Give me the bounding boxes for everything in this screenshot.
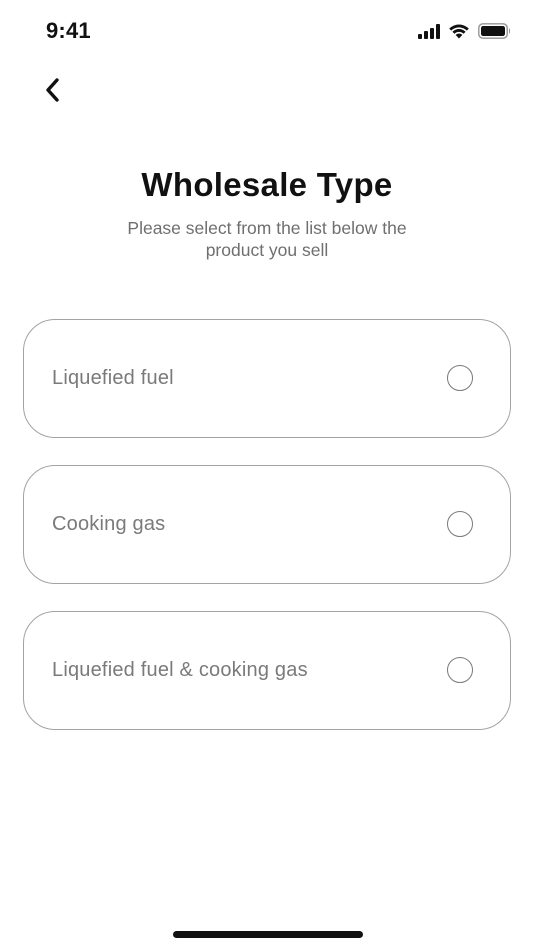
- page-title: Wholesale Type: [141, 166, 393, 203]
- back-button[interactable]: [30, 70, 74, 114]
- home-indicator[interactable]: [173, 931, 363, 938]
- radio-button[interactable]: [447, 510, 473, 537]
- cellular-signal-icon: [418, 23, 440, 39]
- option-label: Liquefied fuel: [52, 367, 174, 389]
- status-time: 9:41: [46, 18, 91, 43]
- option-label: Liquefied fuel & cooking gas: [52, 659, 308, 681]
- status-icons: [418, 23, 512, 39]
- wifi-icon: [448, 23, 470, 39]
- options-list: Liquefied fuel Cooking gas Liquefied fue…: [23, 319, 511, 757]
- battery-icon: [478, 23, 512, 39]
- radio-button[interactable]: [447, 656, 473, 683]
- option-label: Cooking gas: [52, 513, 166, 535]
- page-subtitle: Please select from the list below the pr…: [127, 218, 407, 260]
- option-liquefied-fuel[interactable]: Liquefied fuel: [23, 319, 511, 438]
- radio-button[interactable]: [447, 364, 473, 391]
- chevron-left-icon: [43, 77, 61, 108]
- option-liquefied-fuel-and-cooking-gas[interactable]: Liquefied fuel & cooking gas: [23, 611, 511, 730]
- option-cooking-gas[interactable]: Cooking gas: [23, 465, 511, 584]
- status-bar: 9:41: [0, 0, 534, 64]
